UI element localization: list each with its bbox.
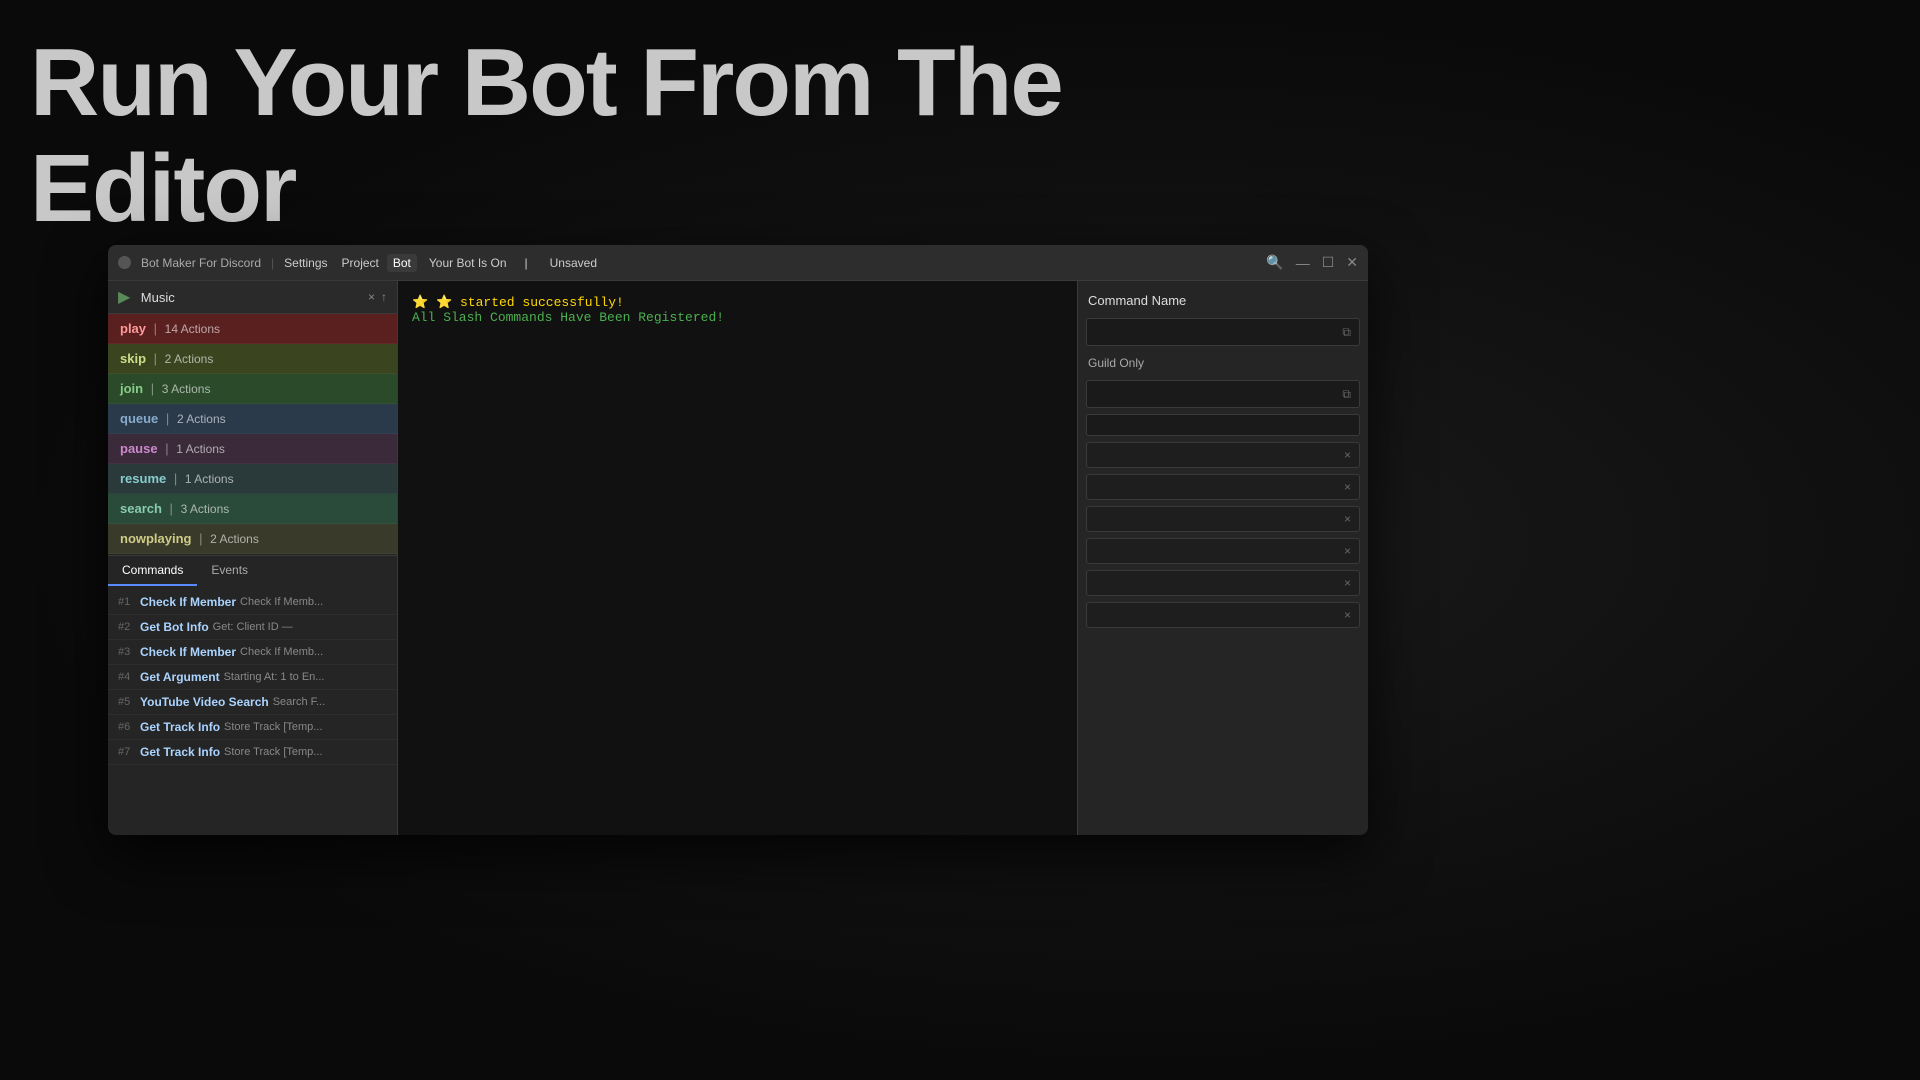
- titlebar: Bot Maker For Discord | Settings Project…: [108, 245, 1368, 281]
- row-close-icon-4[interactable]: ×: [1344, 544, 1351, 558]
- bottom-tabs: Commands Events: [108, 555, 397, 586]
- action-item-3[interactable]: #3 Check If Member Check If Memb...: [108, 640, 397, 665]
- right-row-close-1: ×: [1086, 442, 1360, 468]
- action-item-5[interactable]: #5 YouTube Video Search Search F...: [108, 690, 397, 715]
- row-close-icon-6[interactable]: ×: [1344, 608, 1351, 622]
- right-row-close-2: ×: [1086, 474, 1360, 500]
- editor-body: ▶ Music × ↑ play | 14 Actions skip |: [108, 281, 1368, 835]
- action-item-6[interactable]: #6 Get Track Info Store Track [Temp...: [108, 715, 397, 740]
- traffic-light: [118, 256, 131, 269]
- titlebar-menu: Settings Project Bot Your Bot Is On | Un…: [278, 254, 603, 272]
- right-row-close-4: ×: [1086, 538, 1360, 564]
- action-item-4[interactable]: #4 Get Argument Starting At: 1 to En...: [108, 665, 397, 690]
- command-item-join[interactable]: join | 3 Actions: [108, 374, 397, 404]
- unsaved-indicator: Unsaved: [544, 254, 603, 272]
- menu-bot[interactable]: Bot: [387, 254, 417, 272]
- tab-commands[interactable]: Commands: [108, 556, 197, 586]
- panel-actions: × ↑: [368, 290, 387, 304]
- right-panel: Command Name ⧉ Guild Only ⧉ ×: [1078, 281, 1368, 835]
- console-panel: ⭐ ⭐ started successfully! All Slash Comm…: [398, 281, 1078, 835]
- action-item-1[interactable]: #1 Check If Member Check If Memb...: [108, 590, 397, 615]
- maximize-icon[interactable]: ☐: [1322, 254, 1335, 271]
- console-output: ⭐ ⭐ started successfully! All Slash Comm…: [398, 281, 1077, 835]
- search-icon[interactable]: 🔍: [1266, 254, 1283, 271]
- panel-up-icon[interactable]: ↑: [381, 290, 387, 304]
- console-line-1: ⭐ ⭐ started successfully!: [412, 295, 1063, 310]
- app-name: Bot Maker For Discord: [141, 256, 261, 270]
- command-item-nowplaying[interactable]: nowplaying | 2 Actions: [108, 524, 397, 554]
- menu-settings[interactable]: Settings: [278, 254, 333, 272]
- row-close-icon-5[interactable]: ×: [1344, 576, 1351, 590]
- action-item-2[interactable]: #2 Get Bot Info Get: Client ID —: [108, 615, 397, 640]
- right-row-close-6: ×: [1086, 602, 1360, 628]
- right-row-close-5: ×: [1086, 570, 1360, 596]
- command-panel: ▶ Music × ↑ play | 14 Actions skip |: [108, 281, 398, 835]
- folder-header: ▶ Music × ↑: [108, 281, 397, 314]
- command-item-queue[interactable]: queue | 2 Actions: [108, 404, 397, 434]
- actions-list: #1 Check If Member Check If Memb... #2 G…: [108, 586, 397, 835]
- external-link-icon-2: ⧉: [1342, 387, 1351, 402]
- guild-only-input[interactable]: ⧉: [1086, 380, 1360, 408]
- minimize-icon[interactable]: —: [1296, 255, 1310, 271]
- command-item-skip[interactable]: skip | 2 Actions: [108, 344, 397, 374]
- command-list: play | 14 Actions skip | 2 Actions join …: [108, 314, 397, 555]
- folder-name: Music: [141, 290, 175, 305]
- panel-close-icon[interactable]: ×: [368, 290, 375, 304]
- titlebar-right-controls: 🔍 — ☐ ✕: [1266, 254, 1358, 271]
- row-close-icon-2[interactable]: ×: [1344, 480, 1351, 494]
- right-panel-title: Command Name: [1086, 289, 1360, 312]
- command-item-play[interactable]: play | 14 Actions: [108, 314, 397, 344]
- command-item-resume[interactable]: resume | 1 Actions: [108, 464, 397, 494]
- external-link-icon: ⧉: [1342, 325, 1351, 340]
- close-icon[interactable]: ✕: [1346, 254, 1358, 271]
- command-name-input[interactable]: ⧉: [1086, 318, 1360, 346]
- row-close-icon-1[interactable]: ×: [1344, 448, 1351, 462]
- row-close-icon-3[interactable]: ×: [1344, 512, 1351, 526]
- command-item-pause[interactable]: pause | 1 Actions: [108, 434, 397, 464]
- guild-only-row: Guild Only: [1086, 352, 1360, 374]
- tab-events[interactable]: Events: [197, 556, 262, 586]
- guild-only-label: Guild Only: [1088, 356, 1144, 370]
- console-line-2: All Slash Commands Have Been Registered!: [412, 310, 1063, 325]
- bot-status: Your Bot Is On: [423, 254, 513, 272]
- folder-icon: ▶: [118, 289, 130, 306]
- description-input[interactable]: [1086, 414, 1360, 436]
- command-item-search[interactable]: search | 3 Actions: [108, 494, 397, 524]
- action-item-7[interactable]: #7 Get Track Info Store Track [Temp...: [108, 740, 397, 765]
- editor-window: Bot Maker For Discord | Settings Project…: [108, 245, 1368, 835]
- hero-title: Run Your Bot From The Editor: [30, 30, 1062, 241]
- right-row-close-3: ×: [1086, 506, 1360, 532]
- menu-project[interactable]: Project: [336, 254, 385, 272]
